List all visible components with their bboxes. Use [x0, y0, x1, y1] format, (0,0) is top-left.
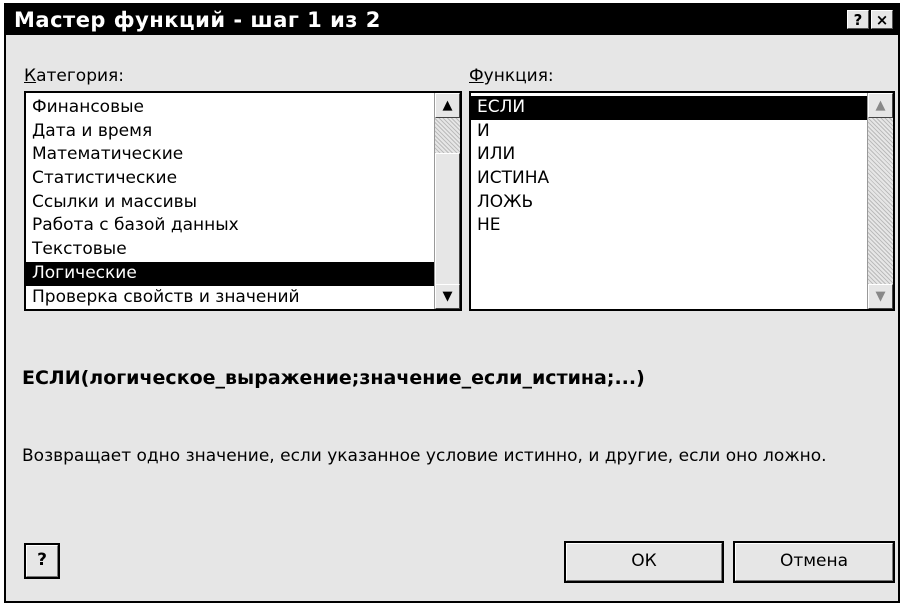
- scroll-down-icon[interactable]: ▼: [868, 284, 893, 309]
- function-wizard-dialog: Мастер функций - шаг 1 из 2 ? × Категори…: [4, 3, 900, 603]
- scroll-down-icon[interactable]: ▼: [435, 284, 460, 309]
- ok-button[interactable]: ОК: [564, 541, 724, 583]
- close-button[interactable]: ×: [871, 10, 893, 29]
- function-label-mnemonic: Ф: [469, 66, 484, 86]
- cancel-button[interactable]: Отмена: [733, 541, 895, 583]
- function-scrollbar[interactable]: ▲ ▼: [867, 93, 893, 309]
- title-bar[interactable]: Мастер функций - шаг 1 из 2 ? ×: [6, 5, 898, 35]
- category-label: Категория:: [24, 66, 124, 86]
- list-item[interactable]: Дата и время: [26, 120, 434, 144]
- scroll-track[interactable]: [868, 118, 893, 284]
- category-listbox[interactable]: Финансовые Дата и время Математические Стат…: [24, 91, 462, 311]
- list-item[interactable]: ИСТИНА: [471, 167, 867, 191]
- list-item[interactable]: Логические: [26, 261, 434, 286]
- window-title: Мастер функций - шаг 1 из 2: [14, 8, 381, 32]
- help-button[interactable]: ?: [24, 543, 60, 579]
- function-syntax: ЕСЛИ(логическое_выражение;значение_если_…: [22, 367, 645, 389]
- help-icon: ?: [37, 550, 47, 570]
- help-title-button[interactable]: ?: [847, 10, 869, 29]
- function-list: ЕСЛИ И ИЛИ ИСТИНА ЛОЖЬ НЕ: [471, 96, 867, 238]
- category-label-mnemonic: К: [24, 66, 37, 86]
- function-listbox[interactable]: ЕСЛИ И ИЛИ ИСТИНА ЛОЖЬ НЕ ▲ ▼: [469, 91, 895, 311]
- scroll-track[interactable]: [435, 118, 460, 153]
- category-scrollbar[interactable]: ▲ ▼: [434, 93, 460, 309]
- list-item[interactable]: ЛОЖЬ: [471, 191, 867, 215]
- ok-label: ОК: [631, 551, 657, 571]
- list-item[interactable]: Ссылки и массивы: [26, 191, 434, 215]
- list-item[interactable]: Проверка свойств и значений: [26, 286, 434, 310]
- list-item[interactable]: Финансовые: [26, 96, 434, 120]
- function-label: Функция:: [469, 66, 554, 86]
- list-item[interactable]: Математические: [26, 143, 434, 167]
- list-item[interactable]: Статистические: [26, 167, 434, 191]
- category-label-text: атегория:: [36, 66, 124, 86]
- scroll-up-icon[interactable]: ▲: [868, 93, 893, 118]
- list-item[interactable]: Работа с базой данных: [26, 214, 434, 238]
- list-item[interactable]: ИЛИ: [471, 143, 867, 167]
- cancel-label: Отмена: [779, 551, 849, 571]
- function-label-text: ункция:: [483, 66, 554, 86]
- function-description: Возвращает одно значение, если указанное…: [22, 446, 827, 466]
- list-item[interactable]: И: [471, 120, 867, 144]
- scroll-up-icon[interactable]: ▲: [435, 93, 460, 118]
- list-item[interactable]: Текстовые: [26, 238, 434, 262]
- list-item[interactable]: ЕСЛИ: [471, 96, 867, 120]
- category-list: Финансовые Дата и время Математические Стат…: [26, 96, 434, 309]
- list-item[interactable]: НЕ: [471, 214, 867, 238]
- scroll-thumb[interactable]: [435, 153, 460, 285]
